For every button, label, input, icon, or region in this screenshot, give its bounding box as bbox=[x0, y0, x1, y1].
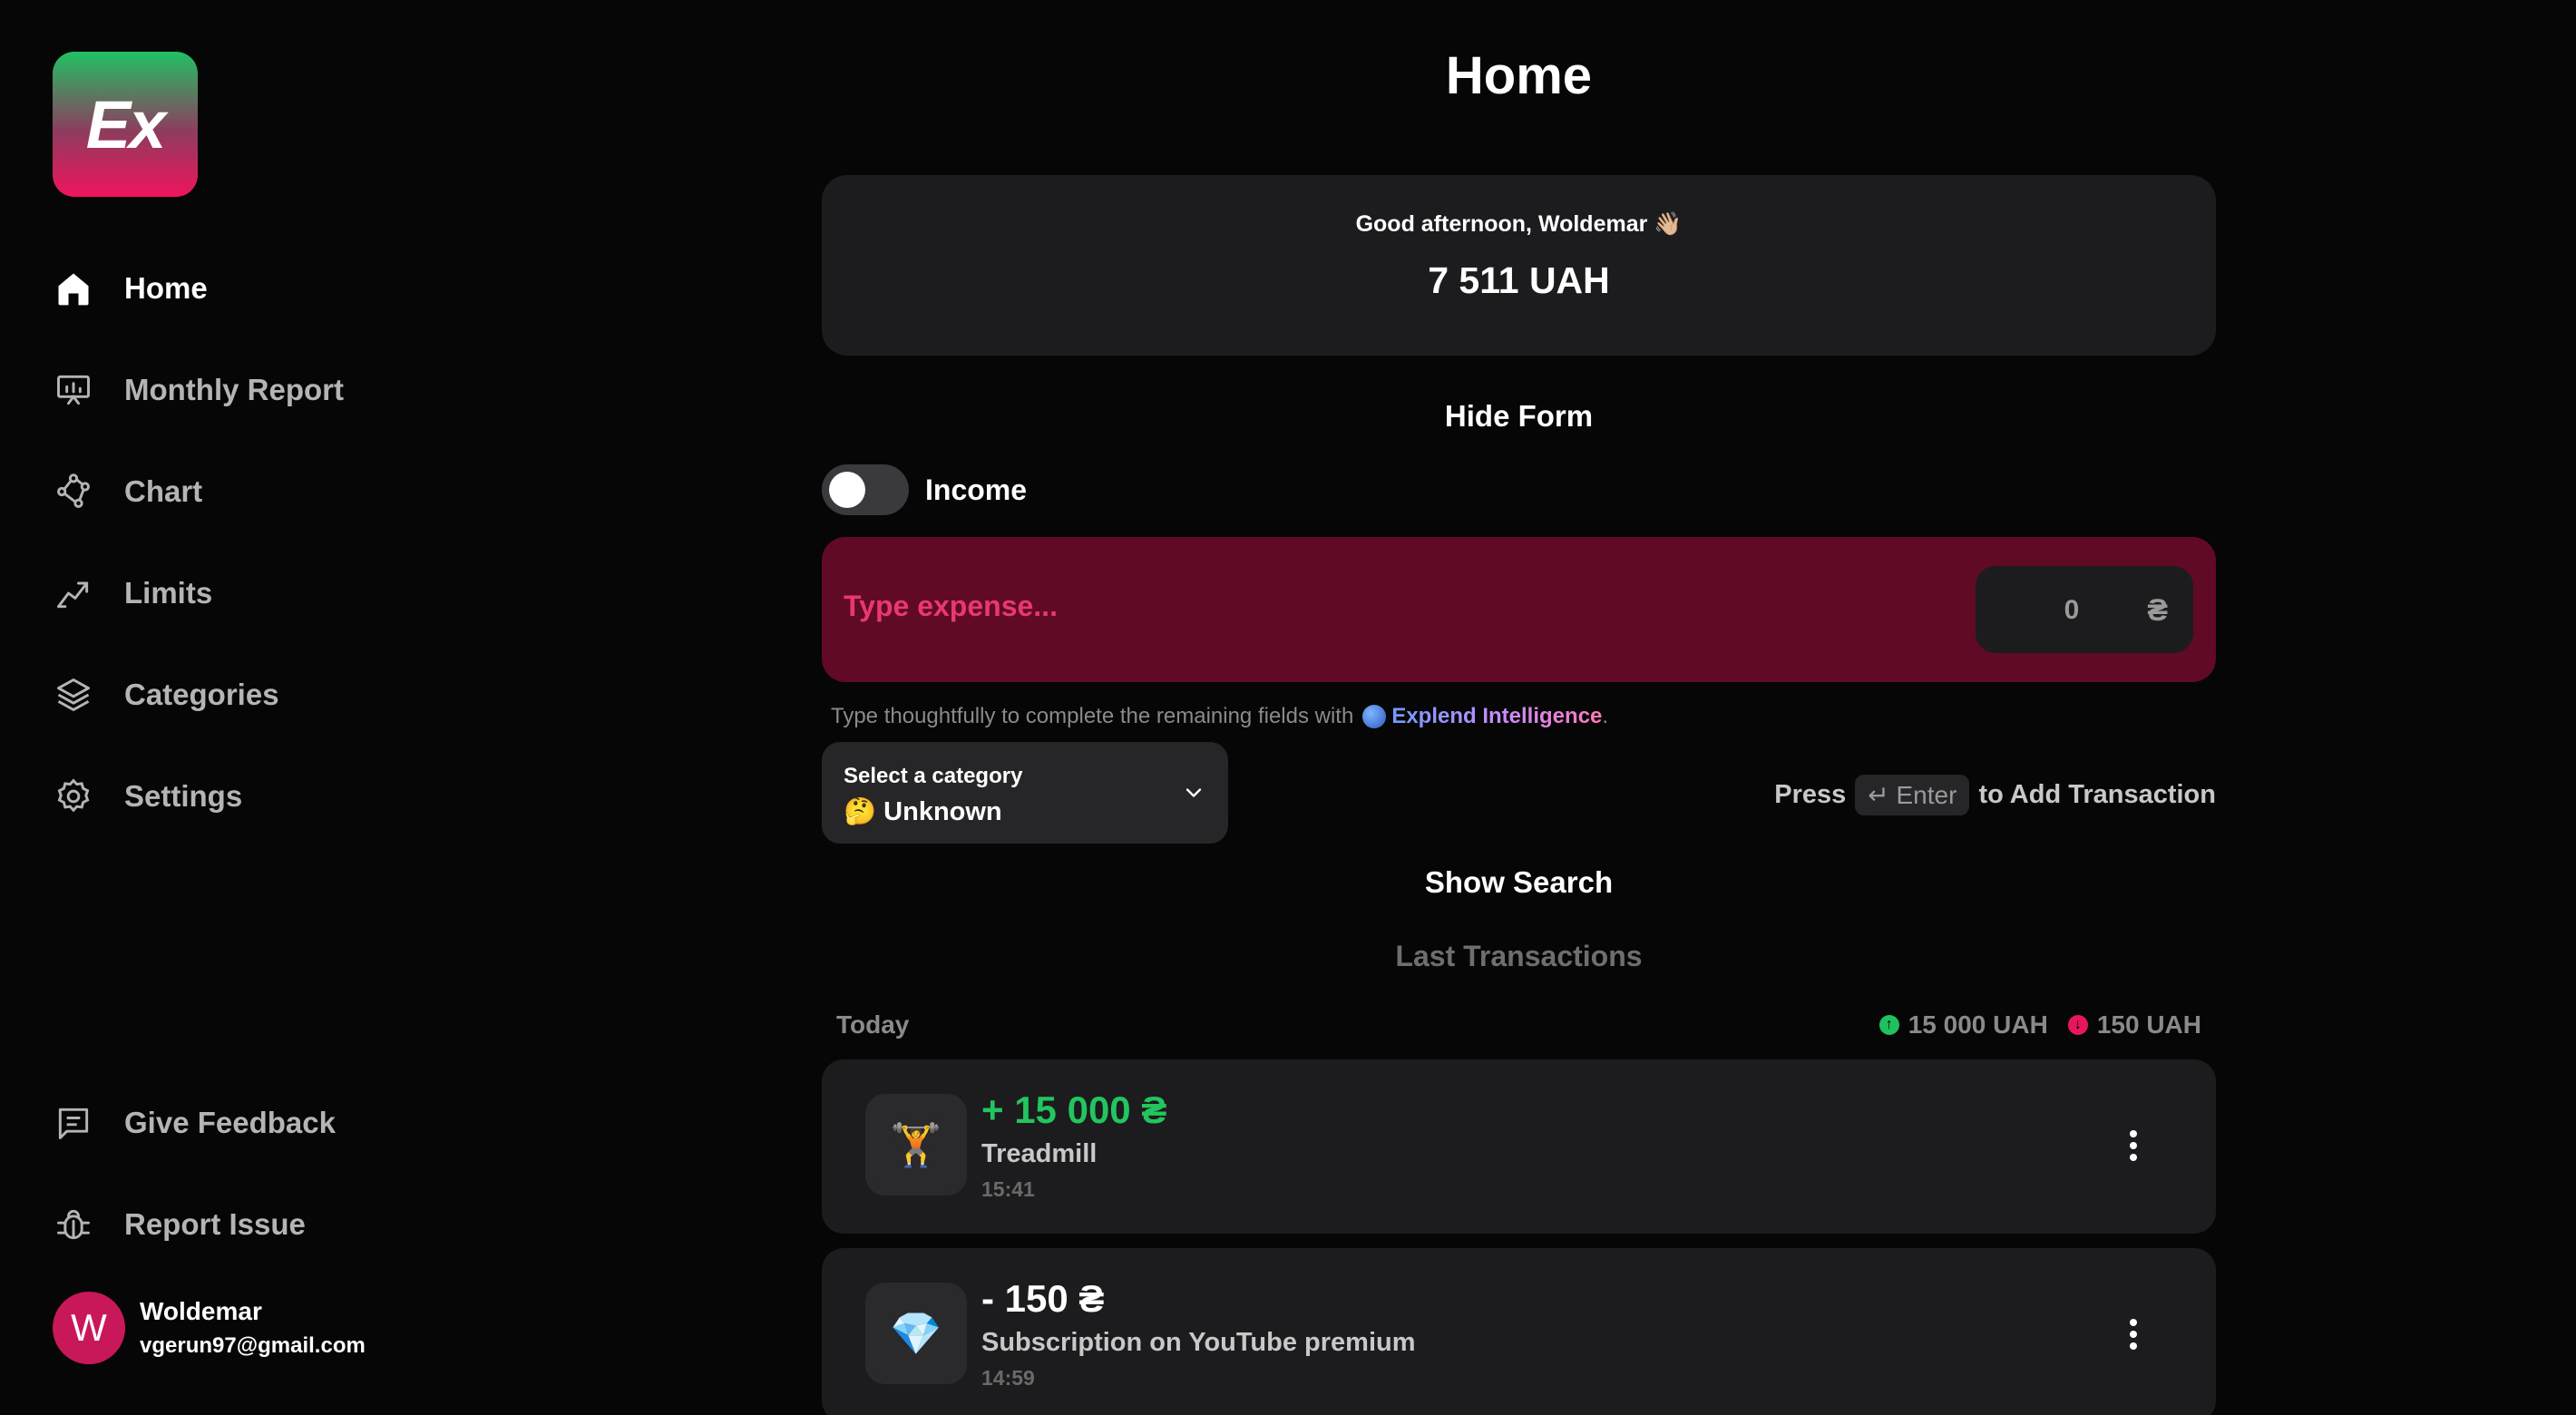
day-label: Today bbox=[836, 1010, 910, 1039]
balance-card: Good afternoon, Woldemar 👋🏼 7 511 UAH bbox=[822, 175, 2216, 356]
page-title: Home bbox=[1445, 46, 1593, 105]
income-toggle-label: Income bbox=[925, 473, 1028, 506]
avatar: W bbox=[53, 1292, 125, 1364]
sidebar-item-limits[interactable]: Limits bbox=[53, 564, 488, 622]
income-total: ↑ 15 000 UAH bbox=[1878, 1010, 2048, 1039]
show-search-button[interactable]: Show Search bbox=[822, 865, 2216, 900]
app-window: Ex Home Monthly Report Chart Limits Cate… bbox=[0, 0, 2576, 1415]
last-transactions-heading: Last Transactions bbox=[1395, 940, 1643, 972]
sidebar-item-label: Settings bbox=[124, 779, 243, 813]
amount-field[interactable]: 0 ₴ bbox=[1976, 566, 2193, 653]
category-select-label: Select a category bbox=[844, 764, 1023, 788]
sidebar-item-label: Report Issue bbox=[124, 1207, 306, 1241]
app-logo[interactable]: Ex bbox=[53, 52, 198, 197]
gear-icon bbox=[53, 776, 94, 817]
sidebar-item-monthly-report[interactable]: Monthly Report bbox=[53, 361, 488, 419]
arrow-up-icon: ↑ bbox=[1878, 1015, 1899, 1035]
globe-icon bbox=[1362, 705, 1387, 728]
toggle-knob bbox=[829, 472, 865, 508]
more-options-icon[interactable] bbox=[2127, 1130, 2140, 1163]
user-profile[interactable]: W Woldemar vgerun97@gmail.com bbox=[53, 1292, 366, 1364]
currency-symbol: ₴ bbox=[2147, 593, 2168, 628]
sidebar-item-chart[interactable]: Chart bbox=[53, 463, 488, 521]
sidebar-item-settings[interactable]: Settings bbox=[53, 767, 488, 825]
add-transaction-text: to Add Transaction bbox=[1978, 780, 2216, 809]
sidebar-item-home[interactable]: Home bbox=[53, 259, 488, 317]
main-content: Home Good afternoon, Woldemar 👋🏼 7 511 U… bbox=[822, 0, 2216, 1415]
transaction-category-icon: 🏋️ bbox=[865, 1094, 967, 1195]
presentation-chart-icon bbox=[53, 369, 94, 411]
category-select[interactable]: Select a category 🤔 Unknown bbox=[822, 742, 1228, 844]
press-text: Press bbox=[1774, 780, 1847, 809]
transaction-name: Subscription on YouTube premium bbox=[981, 1328, 1416, 1357]
hint-suffix: . bbox=[1602, 704, 1609, 728]
expense-total-value: 150 UAH bbox=[2096, 1010, 2201, 1039]
income-toggle[interactable] bbox=[822, 464, 909, 515]
day-totals: ↑ 15 000 UAH ↓ 150 UAH bbox=[1859, 1010, 2201, 1039]
arrow-down-icon: ↓ bbox=[2067, 1015, 2088, 1035]
expense-total: ↓ 150 UAH bbox=[2067, 1010, 2201, 1039]
amount-value: 0 bbox=[2064, 595, 2080, 625]
day-summary-row: Today ↑ 15 000 UAH ↓ 150 UAH bbox=[836, 1010, 2201, 1039]
category-selected-value: 🤔 Unknown bbox=[844, 797, 1002, 826]
bug-icon bbox=[53, 1204, 94, 1245]
sidebar: Ex Home Monthly Report Chart Limits Cate… bbox=[0, 0, 544, 1415]
message-icon bbox=[53, 1102, 94, 1144]
user-info: Woldemar vgerun97@gmail.com bbox=[140, 1297, 366, 1359]
transaction-amount: - 150 ₴ bbox=[981, 1277, 1105, 1320]
balance-amount: 7 511 UAH bbox=[1428, 259, 1610, 301]
income-total-value: 15 000 UAH bbox=[1908, 1010, 2048, 1039]
transaction-category-icon: 💎 bbox=[865, 1283, 967, 1384]
expense-input-box[interactable]: Type expense... 0 ₴ bbox=[822, 537, 2216, 682]
sidebar-item-label: Limits bbox=[124, 576, 213, 610]
transaction-time: 15:41 bbox=[981, 1177, 1035, 1201]
sidebar-item-label: Home bbox=[124, 271, 208, 305]
user-email: vgerun97@gmail.com bbox=[140, 1333, 366, 1358]
hint-text: Type thoughtfully to complete the remain… bbox=[831, 704, 1354, 728]
add-transaction-hint: Press ↵ Enter to Add Transaction bbox=[1774, 775, 2216, 815]
transaction-row[interactable]: 🏋️ + 15 000 ₴ Treadmill 15:41 bbox=[822, 1059, 2216, 1234]
transaction-name: Treadmill bbox=[981, 1139, 1098, 1168]
sidebar-item-label: Categories bbox=[124, 678, 279, 711]
transaction-time: 14:59 bbox=[981, 1366, 1035, 1390]
graph-nodes-icon bbox=[53, 471, 94, 512]
enter-key-badge: ↵ Enter bbox=[1855, 775, 1970, 815]
transaction-amount: + 15 000 ₴ bbox=[981, 1088, 1167, 1131]
give-feedback-button[interactable]: Give Feedback bbox=[53, 1094, 488, 1152]
layers-icon bbox=[53, 674, 94, 716]
income-toggle-row: Income bbox=[822, 464, 1027, 515]
sidebar-item-label: Chart bbox=[124, 474, 203, 508]
sidebar-item-categories[interactable]: Categories bbox=[53, 666, 488, 724]
transaction-row[interactable]: 💎 - 150 ₴ Subscription on YouTube premiu… bbox=[822, 1248, 2216, 1415]
greeting-text: Good afternoon, Woldemar 👋🏼 bbox=[1355, 211, 1683, 237]
ai-hint: Type thoughtfully to complete the remain… bbox=[831, 704, 1608, 729]
user-name: Woldemar bbox=[140, 1297, 262, 1325]
sidebar-item-label: Give Feedback bbox=[124, 1106, 336, 1139]
hide-form-button[interactable]: Hide Form bbox=[822, 399, 2216, 434]
chevron-down-icon bbox=[1186, 788, 1202, 797]
report-issue-button[interactable]: Report Issue bbox=[53, 1195, 488, 1254]
home-icon bbox=[53, 268, 94, 309]
explend-intelligence-link[interactable]: Explend Intelligence bbox=[1391, 704, 1602, 729]
more-options-icon[interactable] bbox=[2127, 1319, 2140, 1352]
sidebar-item-label: Monthly Report bbox=[124, 373, 344, 406]
expense-input[interactable]: Type expense... bbox=[844, 590, 1058, 623]
trend-up-icon bbox=[53, 572, 94, 614]
